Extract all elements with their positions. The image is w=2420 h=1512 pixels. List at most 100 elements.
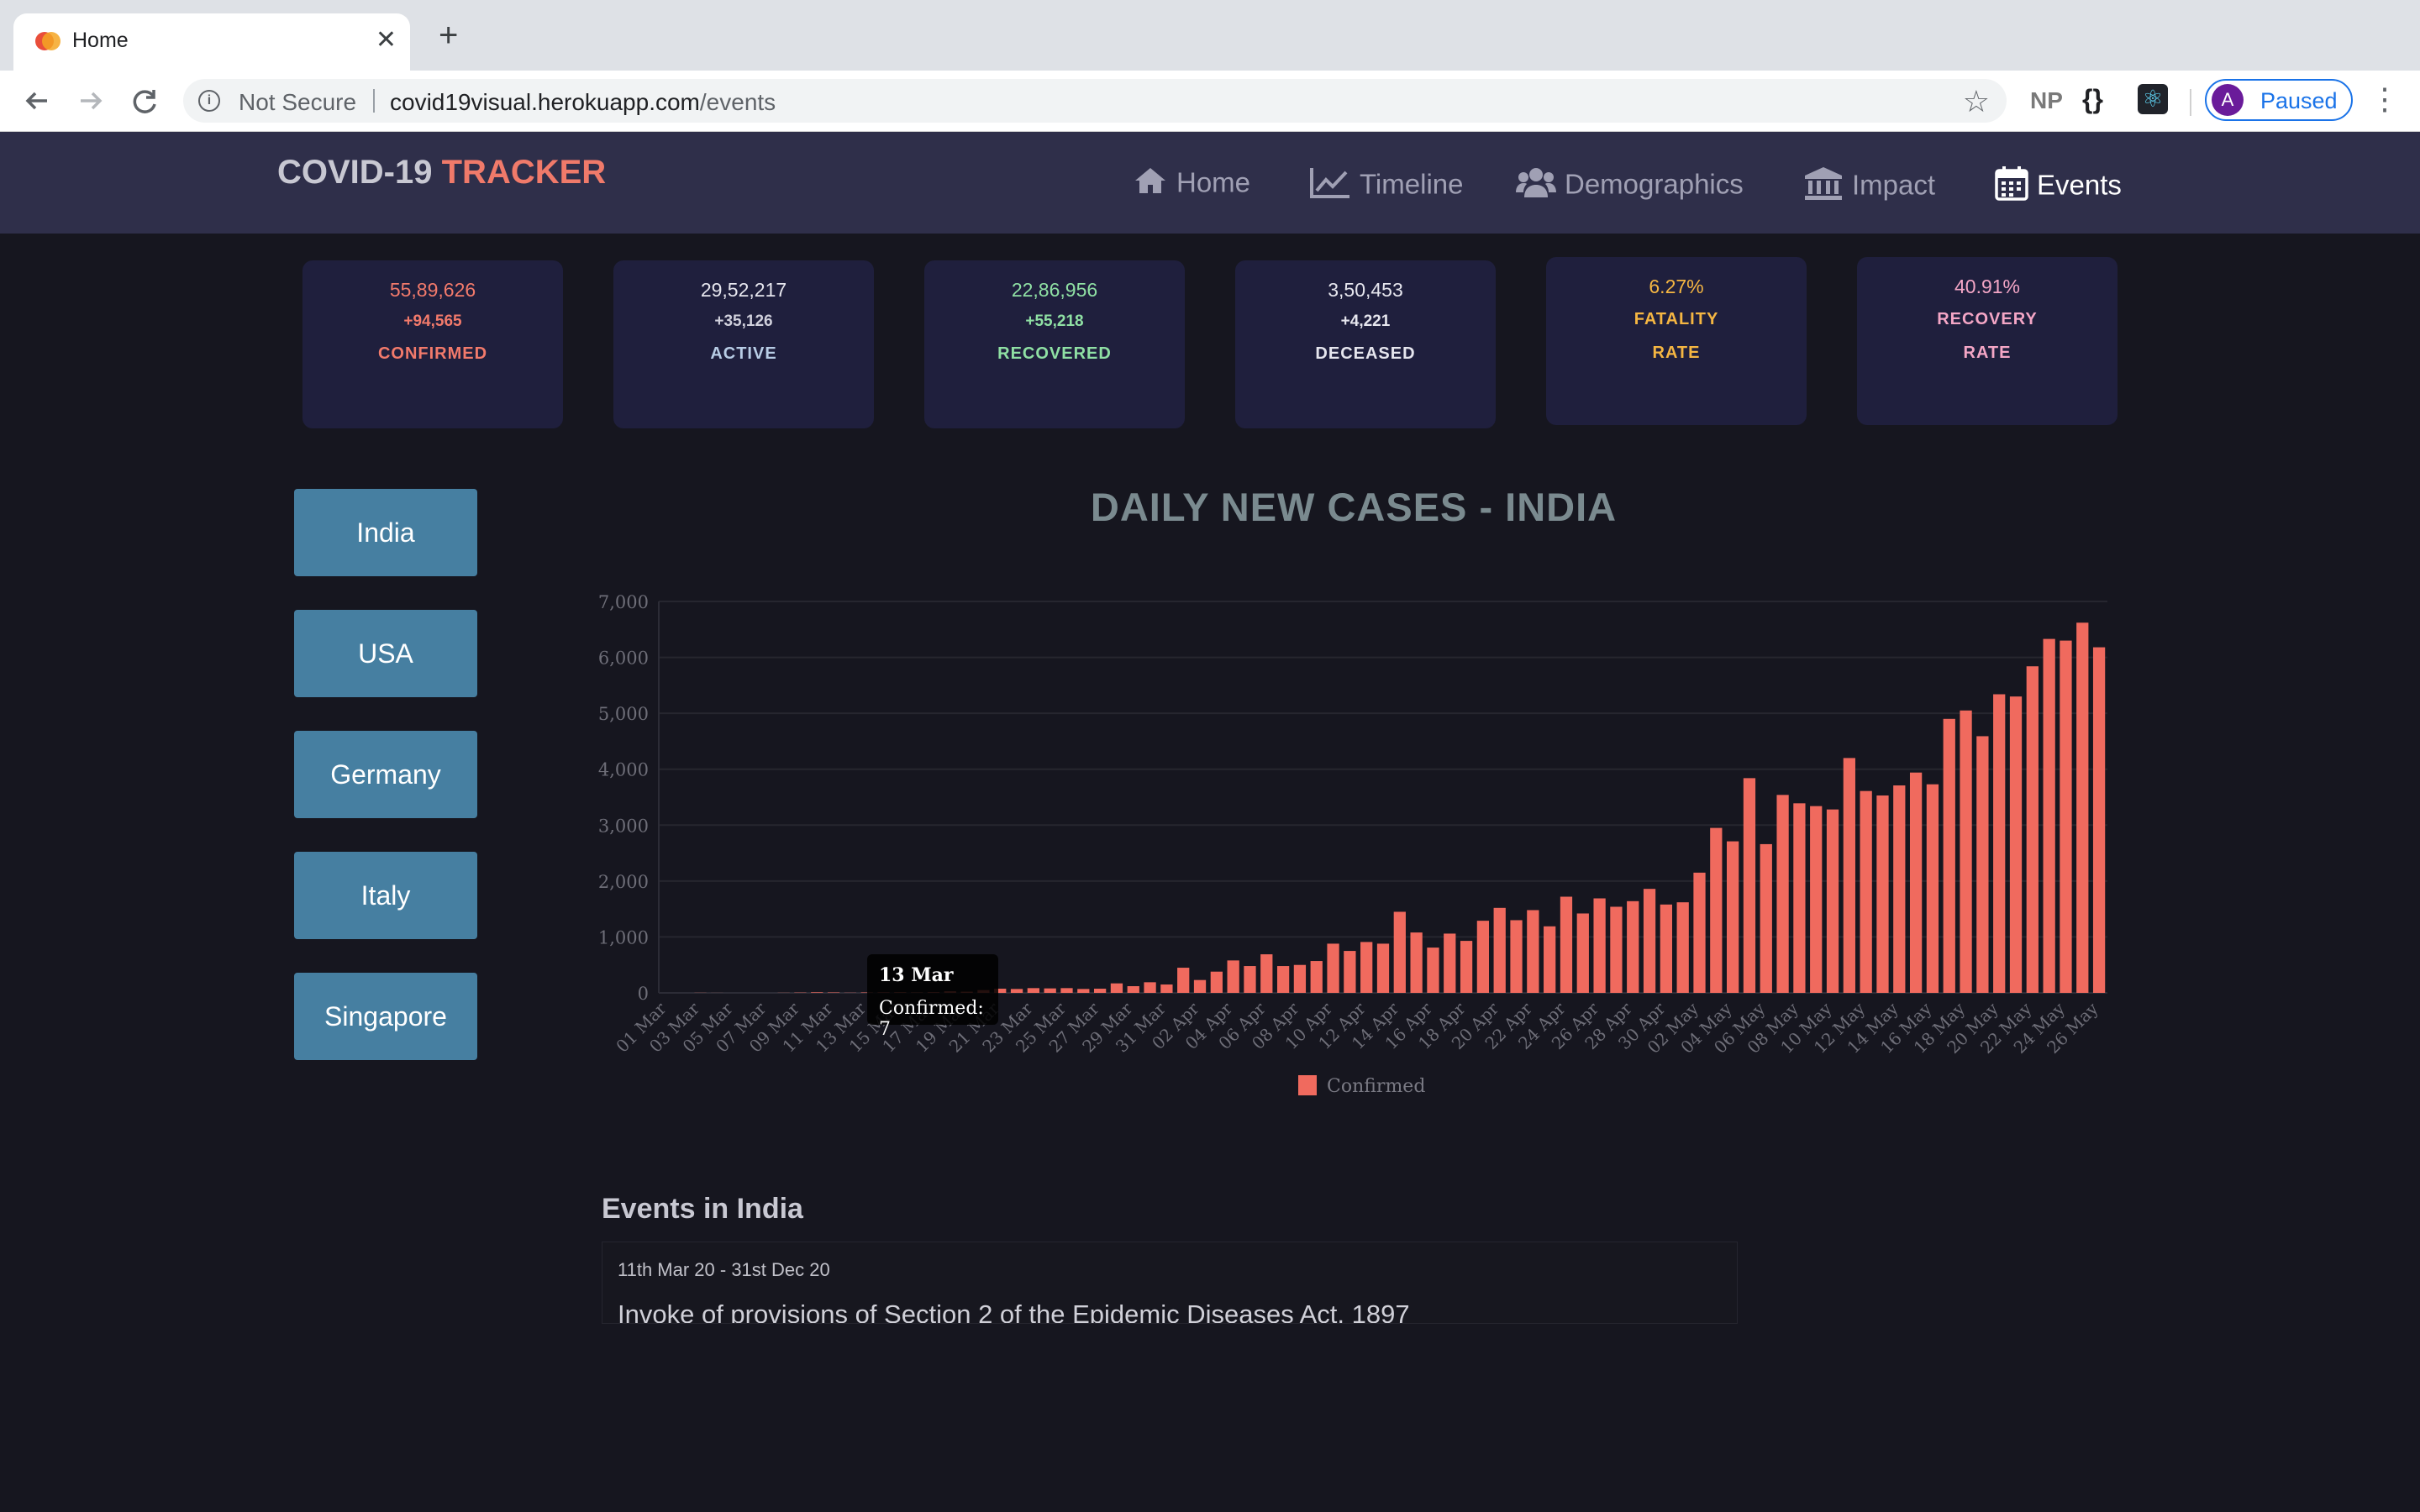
new-tab-button[interactable]: +: [439, 18, 458, 52]
bar-19-apr: [1476, 921, 1490, 993]
y-tick-label: 4,000: [598, 760, 649, 780]
y-tick-label: 1,000: [598, 927, 649, 948]
events-heading: Events in India: [602, 1193, 803, 1225]
bar-03-apr: [1210, 971, 1223, 993]
bar-17-apr: [1444, 933, 1456, 993]
info-icon[interactable]: i: [198, 90, 220, 112]
bar-29-mar: [1127, 986, 1139, 993]
tab-close-icon[interactable]: ✕: [376, 25, 397, 55]
bar-30-apr: [1660, 904, 1673, 993]
bar-20-apr: [1493, 907, 1506, 993]
nav-demographics[interactable]: Demographics: [1516, 165, 1744, 203]
event-description: Invoke of provisions of Section 2 of the…: [618, 1299, 1410, 1324]
y-tick-label: 6,000: [598, 648, 649, 669]
bar-01-apr: [1177, 968, 1190, 993]
users-icon: [1516, 165, 1556, 203]
bar-23-mar: [1027, 988, 1039, 993]
bar-10-may: [1826, 809, 1839, 993]
tooltip-title: 13 Mar: [879, 964, 954, 986]
forward-arrow-icon[interactable]: [72, 82, 109, 119]
bar-06-may: [1760, 843, 1772, 993]
stat-card-fatality-rate: 6.27% FATALITY RATE: [1546, 257, 1807, 425]
bar-27-apr: [1610, 906, 1623, 993]
bar-22-may: [2026, 666, 2039, 993]
event-card[interactable]: 11th Mar 20 - 31st Dec 20 Invoke of prov…: [602, 1242, 1738, 1324]
nav-impact[interactable]: Impact: [1803, 165, 1935, 205]
stat-value: 22,86,956: [1011, 279, 1098, 301]
nav-home[interactable]: Home: [1133, 165, 1250, 200]
url-text[interactable]: covid19visual.herokuapp.com/events: [390, 89, 776, 116]
brand-logo[interactable]: COVID-19 TRACKER: [277, 154, 606, 192]
bar-06-apr: [1260, 954, 1273, 993]
bookmark-star-icon[interactable]: ☆: [1963, 84, 1990, 119]
bar-05-apr: [1244, 966, 1256, 993]
calendar-icon: [1995, 165, 2028, 205]
daily-cases-chart[interactable]: 01,0002,0003,0004,0005,0006,0007,00001 M…: [588, 571, 2126, 1126]
bar-10-apr: [1327, 943, 1339, 993]
bar-04-apr: [1227, 960, 1239, 993]
stat-label: RECOVERY RATE: [1937, 310, 2038, 362]
stat-value: 6.27%: [1649, 276, 1704, 297]
stat-delta: +4,221: [1340, 312, 1391, 330]
app-header: COVID-19 TRACKER Home Timeline Demograph…: [0, 132, 2420, 234]
stat-value: 29,52,217: [700, 279, 787, 301]
security-label: Not Secure: [239, 89, 357, 115]
favicon-icon: [35, 32, 60, 52]
bar-02-may: [1693, 872, 1706, 993]
bar-28-mar: [1110, 983, 1123, 993]
stat-delta: +94,565: [403, 312, 462, 330]
react-devtools-icon[interactable]: ⚛: [2138, 84, 2168, 114]
bar-16-apr: [1427, 948, 1439, 993]
bar-13-may: [1876, 795, 1889, 993]
bar-20-may: [1993, 694, 2006, 993]
stat-label: CONFIRMED: [377, 344, 488, 363]
stat-delta: +55,218: [1025, 312, 1084, 330]
bar-12-may: [1860, 790, 1872, 993]
bar-18-may: [1960, 710, 1972, 993]
bar-07-may: [1776, 795, 1789, 993]
bar-05-may: [1743, 778, 1756, 993]
bar-19-may: [1976, 736, 1989, 993]
y-tick-label: 5,000: [598, 704, 649, 724]
bar-31-mar: [1160, 984, 1173, 993]
json-extension-icon[interactable]: {}: [2082, 84, 2103, 115]
bar-28-apr: [1627, 900, 1639, 993]
chart-tooltip: 13 Mar Confirmed: 7: [867, 954, 998, 1040]
country-button-singapore[interactable]: Singapore: [294, 973, 477, 1060]
legend-swatch: [1298, 1075, 1317, 1095]
bar-22-apr: [1527, 910, 1539, 993]
toolbar-divider: [2190, 89, 2191, 116]
reload-icon[interactable]: [126, 82, 163, 119]
nav-events[interactable]: Events: [1995, 165, 2122, 205]
bar-25-apr: [1576, 913, 1589, 993]
bar-10-mar: [811, 992, 823, 993]
institution-icon: [1803, 165, 1844, 205]
stat-card-recovered: 22,86,956 +55,218 RECOVERED: [924, 260, 1185, 428]
bar-26-may: [2092, 647, 2106, 993]
bar-25-may: [2076, 622, 2089, 993]
np-extension-icon[interactable]: NP: [2030, 87, 2063, 114]
address-bar[interactable]: i Not Secure covid19visual.herokuapp.com…: [183, 79, 2007, 123]
y-tick-label: 2,000: [598, 872, 649, 892]
browser-menu-icon[interactable]: ⋮: [2370, 82, 2400, 116]
bar-11-apr: [1344, 951, 1356, 993]
bar-13-apr: [1376, 943, 1390, 993]
stat-card-recovery-rate: 40.91% RECOVERY RATE: [1857, 257, 2118, 425]
bar-30-mar: [1144, 982, 1156, 993]
nav-timeline[interactable]: Timeline: [1309, 165, 1463, 203]
omnibox-divider: [373, 89, 375, 113]
country-button-germany[interactable]: Germany: [294, 731, 477, 818]
bar-26-mar: [1077, 989, 1090, 993]
browser-tab[interactable]: Home ✕: [13, 13, 410, 71]
country-button-italy[interactable]: Italy: [294, 852, 477, 939]
stat-label: DECEASED: [1315, 344, 1416, 363]
line-chart-icon: [1309, 165, 1351, 203]
profile-button[interactable]: A Paused: [2205, 79, 2353, 121]
back-arrow-icon[interactable]: [18, 82, 55, 119]
country-button-india[interactable]: India: [294, 489, 477, 576]
chart-title: DAILY NEW CASES - INDIA: [1090, 485, 1618, 529]
bar-03-may: [1710, 827, 1723, 993]
country-button-usa[interactable]: USA: [294, 610, 477, 697]
event-date: 11th Mar 20 - 31st Dec 20: [618, 1259, 830, 1280]
stats-row: 55,89,626 +94,565 CONFIRMED 29,52,217 +3…: [0, 257, 2420, 437]
